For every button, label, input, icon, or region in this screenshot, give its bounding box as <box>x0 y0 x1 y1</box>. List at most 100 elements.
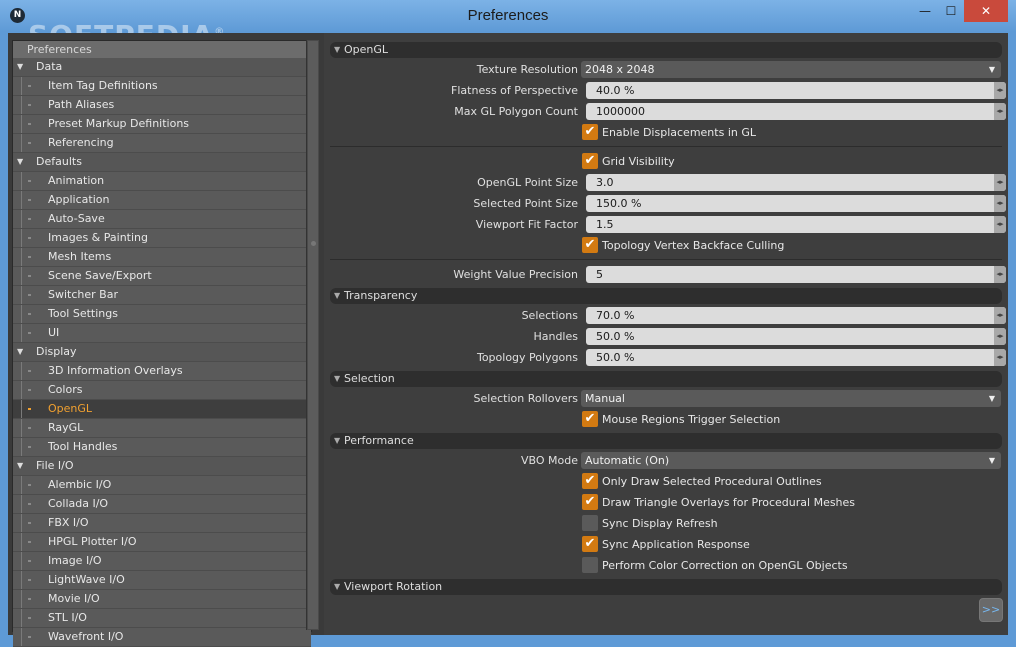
expand-button[interactable]: >> <box>979 598 1003 622</box>
spinner-icon[interactable]: ◂▸ <box>994 195 1006 212</box>
chevron-down-icon: ▼ <box>988 456 995 465</box>
tree-guide-line <box>21 96 22 114</box>
section-transparency[interactable]: ▼ Transparency <box>330 288 1002 304</box>
section-title: Transparency <box>344 289 418 302</box>
selections-field[interactable]: 70.0 % ◂▸ <box>586 307 1006 324</box>
selected-point-size-field[interactable]: 150.0 % ◂▸ <box>586 195 1006 212</box>
tree-item[interactable]: Scene Save/Export <box>13 267 311 286</box>
spinner-icon[interactable]: ◂▸ <box>994 174 1006 191</box>
tree-item-label: LightWave I/O <box>48 573 125 586</box>
tree-category[interactable]: ▼ File I/O <box>13 457 311 476</box>
expand-arrow-icon[interactable]: ▼ <box>17 343 23 361</box>
grid-visibility-checkbox[interactable]: ✔ <box>582 153 598 169</box>
tree-item[interactable]: Path Aliases <box>13 96 311 115</box>
tree-item[interactable]: Wavefront I/O <box>13 628 311 647</box>
tree-item[interactable]: Referencing <box>13 134 311 153</box>
tree-item[interactable]: Image I/O <box>13 552 311 571</box>
section-selection[interactable]: ▼ Selection <box>330 371 1002 387</box>
grid-visibility-label: Grid Visibility <box>602 155 675 168</box>
tree-item[interactable]: Animation <box>13 172 311 191</box>
mouse-regions-checkbox[interactable]: ✔ <box>582 411 598 427</box>
expand-arrow-icon[interactable]: ▼ <box>17 153 23 171</box>
tree-item[interactable]: Movie I/O <box>13 590 311 609</box>
tree-item[interactable]: Colors <box>13 381 311 400</box>
texture-resolution-dropdown[interactable]: 2048 x 2048 ▼ <box>581 61 1001 78</box>
tree-category[interactable]: ▼ Data <box>13 58 311 77</box>
close-button[interactable]: ✕ <box>964 0 1008 22</box>
tree-item-label: Item Tag Definitions <box>48 79 158 92</box>
section-opengl[interactable]: ▼ OpenGL <box>330 42 1002 58</box>
tree-branch-icon <box>28 522 31 524</box>
tree-item[interactable]: Auto-Save <box>13 210 311 229</box>
max-polygon-field[interactable]: 1000000 ◂▸ <box>586 103 1006 120</box>
tree-item[interactable]: LightWave I/O <box>13 571 311 590</box>
tree-item-label: Tool Handles <box>48 440 118 453</box>
tree-item[interactable]: Images & Painting <box>13 229 311 248</box>
selection-rollovers-dropdown[interactable]: Manual ▼ <box>581 390 1001 407</box>
draw-triangle-overlays-checkbox[interactable]: ✔ <box>582 494 598 510</box>
viewport-fit-field[interactable]: 1.5 ◂▸ <box>586 216 1006 233</box>
weight-precision-field[interactable]: 5 ◂▸ <box>586 266 1006 283</box>
tree-guide-line <box>21 134 22 152</box>
tree-category-label: Data <box>36 60 63 73</box>
tree-guide-line <box>21 210 22 228</box>
tree-item-selected[interactable]: OpenGL <box>13 400 311 419</box>
tree-item-label: HPGL Plotter I/O <box>48 535 137 548</box>
topology-polygons-field[interactable]: 50.0 % ◂▸ <box>586 349 1006 366</box>
tree-item-label: Preset Markup Definitions <box>48 117 190 130</box>
tree-item[interactable]: Preset Markup Definitions <box>13 115 311 134</box>
tree-item[interactable]: STL I/O <box>13 609 311 628</box>
tree-item[interactable]: Switcher Bar <box>13 286 311 305</box>
only-draw-selected-checkbox[interactable]: ✔ <box>582 473 598 489</box>
tree-category-label: Display <box>36 345 77 358</box>
spinner-icon[interactable]: ◂▸ <box>994 103 1006 120</box>
topology-polygons-label: Topology Polygons <box>476 351 578 364</box>
tree-category[interactable]: ▼ Defaults <box>13 153 311 172</box>
tree-item[interactable]: HPGL Plotter I/O <box>13 533 311 552</box>
tree-item-label: Collada I/O <box>48 497 109 510</box>
tree-item[interactable]: UI <box>13 324 311 343</box>
point-size-field[interactable]: 3.0 ◂▸ <box>586 174 1006 191</box>
spinner-icon[interactable]: ◂▸ <box>994 328 1006 345</box>
vbo-mode-dropdown[interactable]: Automatic (On) ▼ <box>581 452 1001 469</box>
spinner-icon[interactable]: ◂▸ <box>994 349 1006 366</box>
tree-item[interactable]: Collada I/O <box>13 495 311 514</box>
minimize-button[interactable]: — <box>912 0 938 22</box>
tree-guide-line <box>21 248 22 266</box>
maximize-button[interactable]: ☐ <box>938 0 964 22</box>
tree-guide-line <box>21 438 22 456</box>
tree-scrollbar[interactable] <box>306 40 319 630</box>
tree-scroll-thumb[interactable] <box>308 41 318 629</box>
point-size-label: OpenGL Point Size <box>477 176 578 189</box>
tree-category[interactable]: ▼ Display <box>13 343 311 362</box>
topology-culling-checkbox[interactable]: ✔ <box>582 237 598 253</box>
expand-arrow-icon[interactable]: ▼ <box>17 58 23 76</box>
tree-item[interactable]: Tool Handles <box>13 438 311 457</box>
enable-displacements-checkbox[interactable]: ✔ <box>582 124 598 140</box>
spinner-icon[interactable]: ◂▸ <box>994 216 1006 233</box>
tree-item[interactable]: FBX I/O <box>13 514 311 533</box>
color-correction-label: Perform Color Correction on OpenGL Objec… <box>602 559 848 572</box>
tree-guide-line <box>21 628 22 646</box>
section-viewport-rotation[interactable]: ▼ Viewport Rotation <box>330 579 1002 595</box>
sync-display-refresh-checkbox[interactable] <box>582 515 598 531</box>
handles-field[interactable]: 50.0 % ◂▸ <box>586 328 1006 345</box>
tree-item[interactable]: Tool Settings <box>13 305 311 324</box>
tree-item[interactable]: RayGL <box>13 419 311 438</box>
spinner-icon[interactable]: ◂▸ <box>994 307 1006 324</box>
tree-category-label: File I/O <box>36 459 74 472</box>
color-correction-checkbox[interactable] <box>582 557 598 573</box>
spinner-icon[interactable]: ◂▸ <box>994 266 1006 283</box>
sync-application-response-checkbox[interactable]: ✔ <box>582 536 598 552</box>
expand-arrow-icon[interactable]: ▼ <box>17 457 23 475</box>
section-performance[interactable]: ▼ Performance <box>330 433 1002 449</box>
spinner-icon[interactable]: ◂▸ <box>994 82 1006 99</box>
tree-item[interactable]: 3D Information Overlays <box>13 362 311 381</box>
flatness-field[interactable]: 40.0 % ◂▸ <box>586 82 1006 99</box>
panel-splitter-handle[interactable] <box>311 241 316 246</box>
tree-guide-line <box>21 495 22 513</box>
tree-item[interactable]: Application <box>13 191 311 210</box>
tree-item[interactable]: Mesh Items <box>13 248 311 267</box>
tree-item[interactable]: Item Tag Definitions <box>13 77 311 96</box>
tree-item[interactable]: Alembic I/O <box>13 476 311 495</box>
